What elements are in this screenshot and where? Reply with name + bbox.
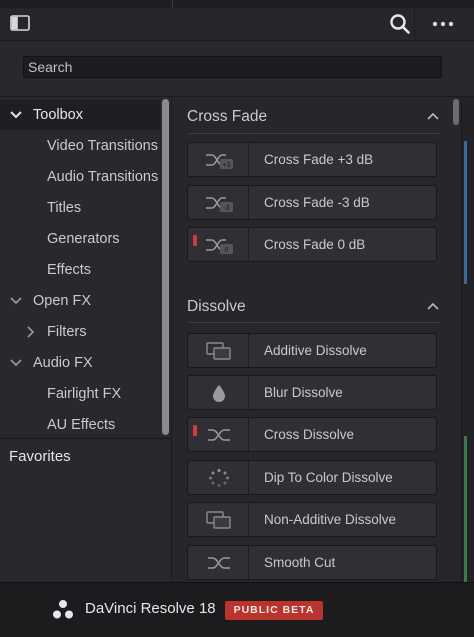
app-name: DaVinci Resolve 18: [85, 600, 216, 617]
effect-blur-dissolve[interactable]: Blur Dissolve: [187, 375, 437, 410]
dip-to-color-icon: [209, 469, 229, 487]
effects-tree: Toolbox Video Transitions Audio Transiti…: [0, 97, 172, 437]
tree-item-filters[interactable]: Filters: [0, 317, 160, 347]
effect-label: Cross Fade 0 dB: [264, 237, 366, 252]
crossfade-plus3-icon: +3: [206, 154, 233, 169]
crossfade-badge: -3: [223, 205, 229, 212]
effect-non-additive-dissolve[interactable]: Non-Additive Dissolve: [187, 502, 437, 537]
tree-item-label: Filters: [47, 324, 87, 340]
tree-item-label: Fairlight FX: [47, 386, 122, 402]
list-scrollbar[interactable]: [449, 97, 461, 582]
favorites-panel[interactable]: Favorites: [0, 438, 171, 583]
crossfade-badge: +3: [223, 162, 231, 169]
tree-item-toolbox[interactable]: Toolbox: [0, 100, 160, 130]
tree-scrollbar-thumb[interactable]: [162, 99, 169, 435]
effect-smooth-cut[interactable]: Smooth Cut: [187, 545, 437, 580]
effect-additive-dissolve[interactable]: Additive Dissolve: [187, 333, 437, 368]
section-title-cross-fade: Cross Fade: [187, 108, 268, 125]
effect-label: Smooth Cut: [264, 555, 336, 570]
tree-item-label: Effects: [47, 262, 92, 278]
effect-label: Dip To Color Dissolve: [264, 470, 393, 485]
chevron-down-icon: [10, 359, 22, 367]
additive-dissolve-icon: [206, 342, 231, 360]
tree-item-video-transitions[interactable]: Video Transitions: [0, 131, 160, 161]
effect-label: Cross Fade +3 dB: [264, 152, 374, 167]
tree-item-audio-fx[interactable]: Audio FX: [0, 348, 160, 378]
search-input[interactable]: [23, 56, 442, 78]
top-strip: [0, 0, 474, 8]
tree-item-generators[interactable]: Generators: [0, 224, 160, 254]
effects-header: [0, 8, 474, 41]
effect-label: Additive Dissolve: [264, 343, 367, 358]
effect-label: Cross Dissolve: [264, 427, 355, 442]
tree-item-label: Audio FX: [33, 355, 93, 371]
blur-drop-icon: [213, 385, 225, 402]
tree-item-label: Toolbox: [33, 107, 83, 123]
tree-item-label: AU Effects: [47, 417, 116, 433]
chevron-right-icon: [27, 326, 35, 338]
effect-dip-to-color-dissolve[interactable]: Dip To Color Dissolve: [187, 460, 437, 495]
tree-item-label: Titles: [47, 200, 82, 216]
effect-cross-dissolve[interactable]: Cross Dissolve: [187, 417, 437, 452]
top-strip-divider: [172, 0, 173, 8]
tree-item-label: Generators: [47, 231, 120, 247]
effect-icon-cell: -3: [188, 186, 249, 219]
effect-cross-fade-0[interactable]: 0 Cross Fade 0 dB: [187, 227, 437, 262]
davinci-logo-icon: [53, 600, 73, 619]
timeline-video-clip: [464, 141, 467, 284]
more-options-icon[interactable]: [430, 14, 456, 34]
effect-icon-cell: [188, 503, 249, 536]
smooth-cut-icon: [208, 557, 230, 569]
effect-icon-cell: 0: [188, 228, 249, 261]
crossfade-minus3-icon: -3: [206, 197, 233, 212]
timeline-edge: [461, 97, 474, 582]
tree-item-open-fx[interactable]: Open FX: [0, 286, 160, 316]
tree-item-label: Open FX: [33, 293, 92, 309]
sidebar-toggle-icon[interactable]: [10, 15, 30, 31]
crossfade-0-icon: 0: [206, 239, 233, 254]
effects-list: Cross Fade +3 Cross Fade +3 dB -3 Cross …: [172, 97, 449, 582]
timeline-audio-clip: [464, 436, 467, 582]
app-footer: DaVinci Resolve 18 PUBLIC BETA: [0, 582, 474, 637]
search-bar: [0, 41, 474, 97]
effect-cross-fade-minus3[interactable]: -3 Cross Fade -3 dB: [187, 185, 437, 220]
tree-item-label: Audio Transitions: [47, 169, 159, 185]
effect-icon-cell: [188, 461, 249, 494]
effect-icon-cell: [188, 418, 249, 451]
list-scrollbar-thumb[interactable]: [453, 99, 459, 125]
chevron-up-icon[interactable]: [426, 111, 440, 121]
crossfade-badge: 0: [225, 247, 229, 254]
chevron-up-icon[interactable]: [426, 301, 440, 311]
section-title-dissolve: Dissolve: [187, 298, 246, 315]
favorites-label: Favorites: [9, 448, 71, 465]
effect-icon-cell: [188, 334, 249, 367]
tree-item-audio-transitions[interactable]: Audio Transitions: [0, 162, 160, 192]
section-divider: [187, 133, 440, 134]
effect-label: Cross Fade -3 dB: [264, 195, 370, 210]
effect-icon-cell: +3: [188, 143, 249, 176]
cross-dissolve-icon: [208, 429, 230, 441]
public-beta-badge: PUBLIC BETA: [225, 601, 323, 620]
effect-icon-cell: [188, 546, 249, 579]
effect-label: Blur Dissolve: [264, 385, 343, 400]
chevron-down-icon: [10, 111, 22, 119]
effect-cross-fade-plus3[interactable]: +3 Cross Fade +3 dB: [187, 142, 437, 177]
chevron-down-icon: [10, 297, 22, 305]
effect-label: Non-Additive Dissolve: [264, 512, 397, 527]
section-divider: [187, 322, 440, 323]
tree-item-effects[interactable]: Effects: [0, 255, 160, 285]
tree-item-fairlight-fx[interactable]: Fairlight FX: [0, 379, 160, 409]
tree-item-label: Video Transitions: [47, 138, 158, 154]
tree-item-au-effects[interactable]: AU Effects: [0, 410, 160, 440]
non-additive-dissolve-icon: [206, 511, 231, 529]
header-divider: [414, 8, 415, 40]
tree-item-titles[interactable]: Titles: [0, 193, 160, 223]
search-icon[interactable]: [389, 13, 411, 35]
effect-icon-cell: [188, 376, 249, 409]
